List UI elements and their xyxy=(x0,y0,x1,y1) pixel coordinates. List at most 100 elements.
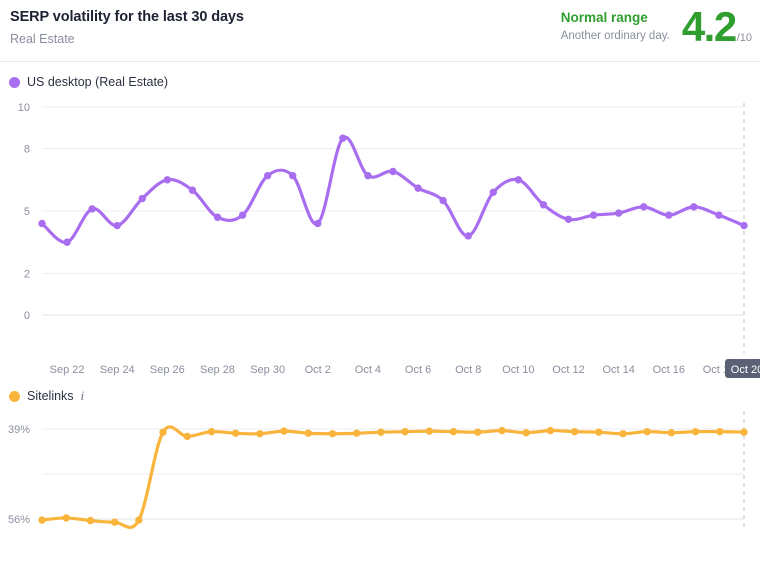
data-point[interactable] xyxy=(570,427,579,436)
sitelinks-chart[interactable]: 39% 56% xyxy=(0,407,760,552)
sitelinks-line xyxy=(40,425,746,530)
x-axis-tick-label: Sep 30 xyxy=(250,364,285,376)
x-axis-tick-label: Oct 6 xyxy=(405,364,431,376)
legend-dot-icon xyxy=(9,76,20,88)
data-point[interactable] xyxy=(207,427,216,436)
data-point[interactable] xyxy=(665,211,673,219)
data-point[interactable] xyxy=(667,429,676,437)
data-point[interactable] xyxy=(352,429,361,437)
data-point[interactable] xyxy=(414,184,422,192)
data-point[interactable] xyxy=(280,427,288,435)
data-point[interactable] xyxy=(464,232,472,240)
data-point[interactable] xyxy=(389,167,397,176)
data-point[interactable] xyxy=(377,428,385,436)
data-point[interactable] xyxy=(449,427,458,436)
data-point[interactable] xyxy=(38,219,46,228)
volatility-line xyxy=(40,135,746,244)
data-point[interactable] xyxy=(614,209,623,217)
data-point[interactable] xyxy=(546,426,555,435)
y-axis-tick-label: 8 xyxy=(24,144,30,156)
data-point[interactable] xyxy=(63,238,71,246)
data-point[interactable] xyxy=(716,427,724,436)
data-point[interactable] xyxy=(489,188,497,196)
data-point[interactable] xyxy=(88,205,96,213)
legend-dot-icon xyxy=(9,390,20,402)
x-axis-tick-label: Oct 14 xyxy=(602,364,634,376)
data-point[interactable] xyxy=(231,429,240,437)
data-point[interactable] xyxy=(163,176,172,184)
data-point[interactable] xyxy=(564,215,573,224)
data-point[interactable] xyxy=(110,518,119,526)
data-point[interactable] xyxy=(425,427,434,435)
sitelinks-chart-svg: 39% 56% xyxy=(8,411,748,530)
info-icon[interactable]: i xyxy=(81,388,85,404)
data-point[interactable] xyxy=(640,203,648,211)
volatility-chart-svg: 10 8 5 2 0 Sep 22 Sep 24 Sep 26 Sep 28 Sep 30 Oct … xyxy=(18,102,760,378)
data-point[interactable] xyxy=(522,429,530,437)
data-point[interactable] xyxy=(135,516,143,524)
data-point[interactable] xyxy=(643,427,651,436)
volatility-legend-label: US desktop (Real Estate) xyxy=(27,75,169,89)
y-axis-tick-label: 5 xyxy=(24,206,30,218)
score-range-label: Normal range xyxy=(560,10,648,25)
data-point[interactable] xyxy=(256,430,264,438)
x-axis-tick-label: Sep 22 xyxy=(50,364,85,376)
data-point[interactable] xyxy=(740,428,748,436)
data-point[interactable] xyxy=(619,430,627,438)
data-point[interactable] xyxy=(539,201,548,209)
data-point[interactable] xyxy=(314,219,322,228)
data-point[interactable] xyxy=(715,211,723,219)
data-point[interactable] xyxy=(691,427,700,436)
data-point[interactable] xyxy=(238,211,247,219)
data-point[interactable] xyxy=(183,432,191,441)
page-header: SERP volatility for the last 30 days Rea… xyxy=(0,0,760,62)
x-axis-tick-label: Sep 28 xyxy=(200,364,235,376)
x-axis-tick-label: Oct 10 xyxy=(502,364,534,376)
data-point[interactable] xyxy=(740,221,748,230)
y-axis-tick-label: 2 xyxy=(24,268,30,280)
data-point[interactable] xyxy=(213,213,222,221)
y-axis-tick-label: 10 xyxy=(18,102,30,114)
data-point[interactable] xyxy=(304,429,312,437)
x-axis-highlight-badge[interactable]: Oct 20 xyxy=(725,359,760,378)
data-point[interactable] xyxy=(439,196,447,205)
data-point[interactable] xyxy=(364,171,372,180)
data-point[interactable] xyxy=(401,427,409,436)
volatility-score: Normal range Another ordinary day. 4.2 /… xyxy=(561,6,752,48)
data-point[interactable] xyxy=(263,171,272,180)
data-point[interactable] xyxy=(159,428,167,436)
data-point[interactable] xyxy=(589,211,598,219)
data-point[interactable] xyxy=(38,516,46,524)
data-point[interactable] xyxy=(339,134,347,142)
data-point[interactable] xyxy=(514,176,523,184)
data-point[interactable] xyxy=(289,171,297,180)
volatility-chart[interactable]: 10 8 5 2 0 Sep 22 Sep 24 Sep 26 Sep 28 Sep 30 Oct … xyxy=(0,93,760,383)
score-denominator: /10 xyxy=(736,32,752,44)
volatility-legend[interactable]: US desktop (Real Estate) xyxy=(0,71,760,93)
x-axis-tick-label: Oct 8 xyxy=(455,364,481,376)
data-point[interactable] xyxy=(86,516,95,525)
x-axis-tick-label: Oct 4 xyxy=(355,364,381,376)
x-axis-tick-label: Oct 16 xyxy=(653,364,685,376)
x-axis-tick-label: Oct 2 xyxy=(305,364,331,376)
score-note: Another ordinary day. xyxy=(560,30,670,42)
svg-text:Oct 20: Oct 20 xyxy=(731,364,760,376)
sitelinks-legend[interactable]: Sitelinks i xyxy=(0,385,760,407)
data-point[interactable] xyxy=(188,186,197,194)
score-value-group: 4.2 /10 xyxy=(682,6,752,48)
data-point[interactable] xyxy=(328,430,337,438)
data-point[interactable] xyxy=(690,203,698,211)
data-point[interactable] xyxy=(113,221,121,230)
y-axis-tick-label: 39% xyxy=(8,424,30,436)
data-point[interactable] xyxy=(62,514,70,522)
x-axis-tick-label: Sep 24 xyxy=(100,364,135,376)
y-axis-tick-label: 0 xyxy=(24,310,30,322)
y-axis-tick-label: 56% xyxy=(8,514,30,526)
x-axis-tick-label: Oct 12 xyxy=(552,364,584,376)
sitelinks-legend-label: Sitelinks xyxy=(27,389,74,403)
data-point[interactable] xyxy=(474,428,482,436)
data-point[interactable] xyxy=(498,426,506,435)
score-text-group: Normal range Another ordinary day. xyxy=(561,7,682,43)
data-point[interactable] xyxy=(595,428,603,436)
data-point[interactable] xyxy=(138,194,146,203)
